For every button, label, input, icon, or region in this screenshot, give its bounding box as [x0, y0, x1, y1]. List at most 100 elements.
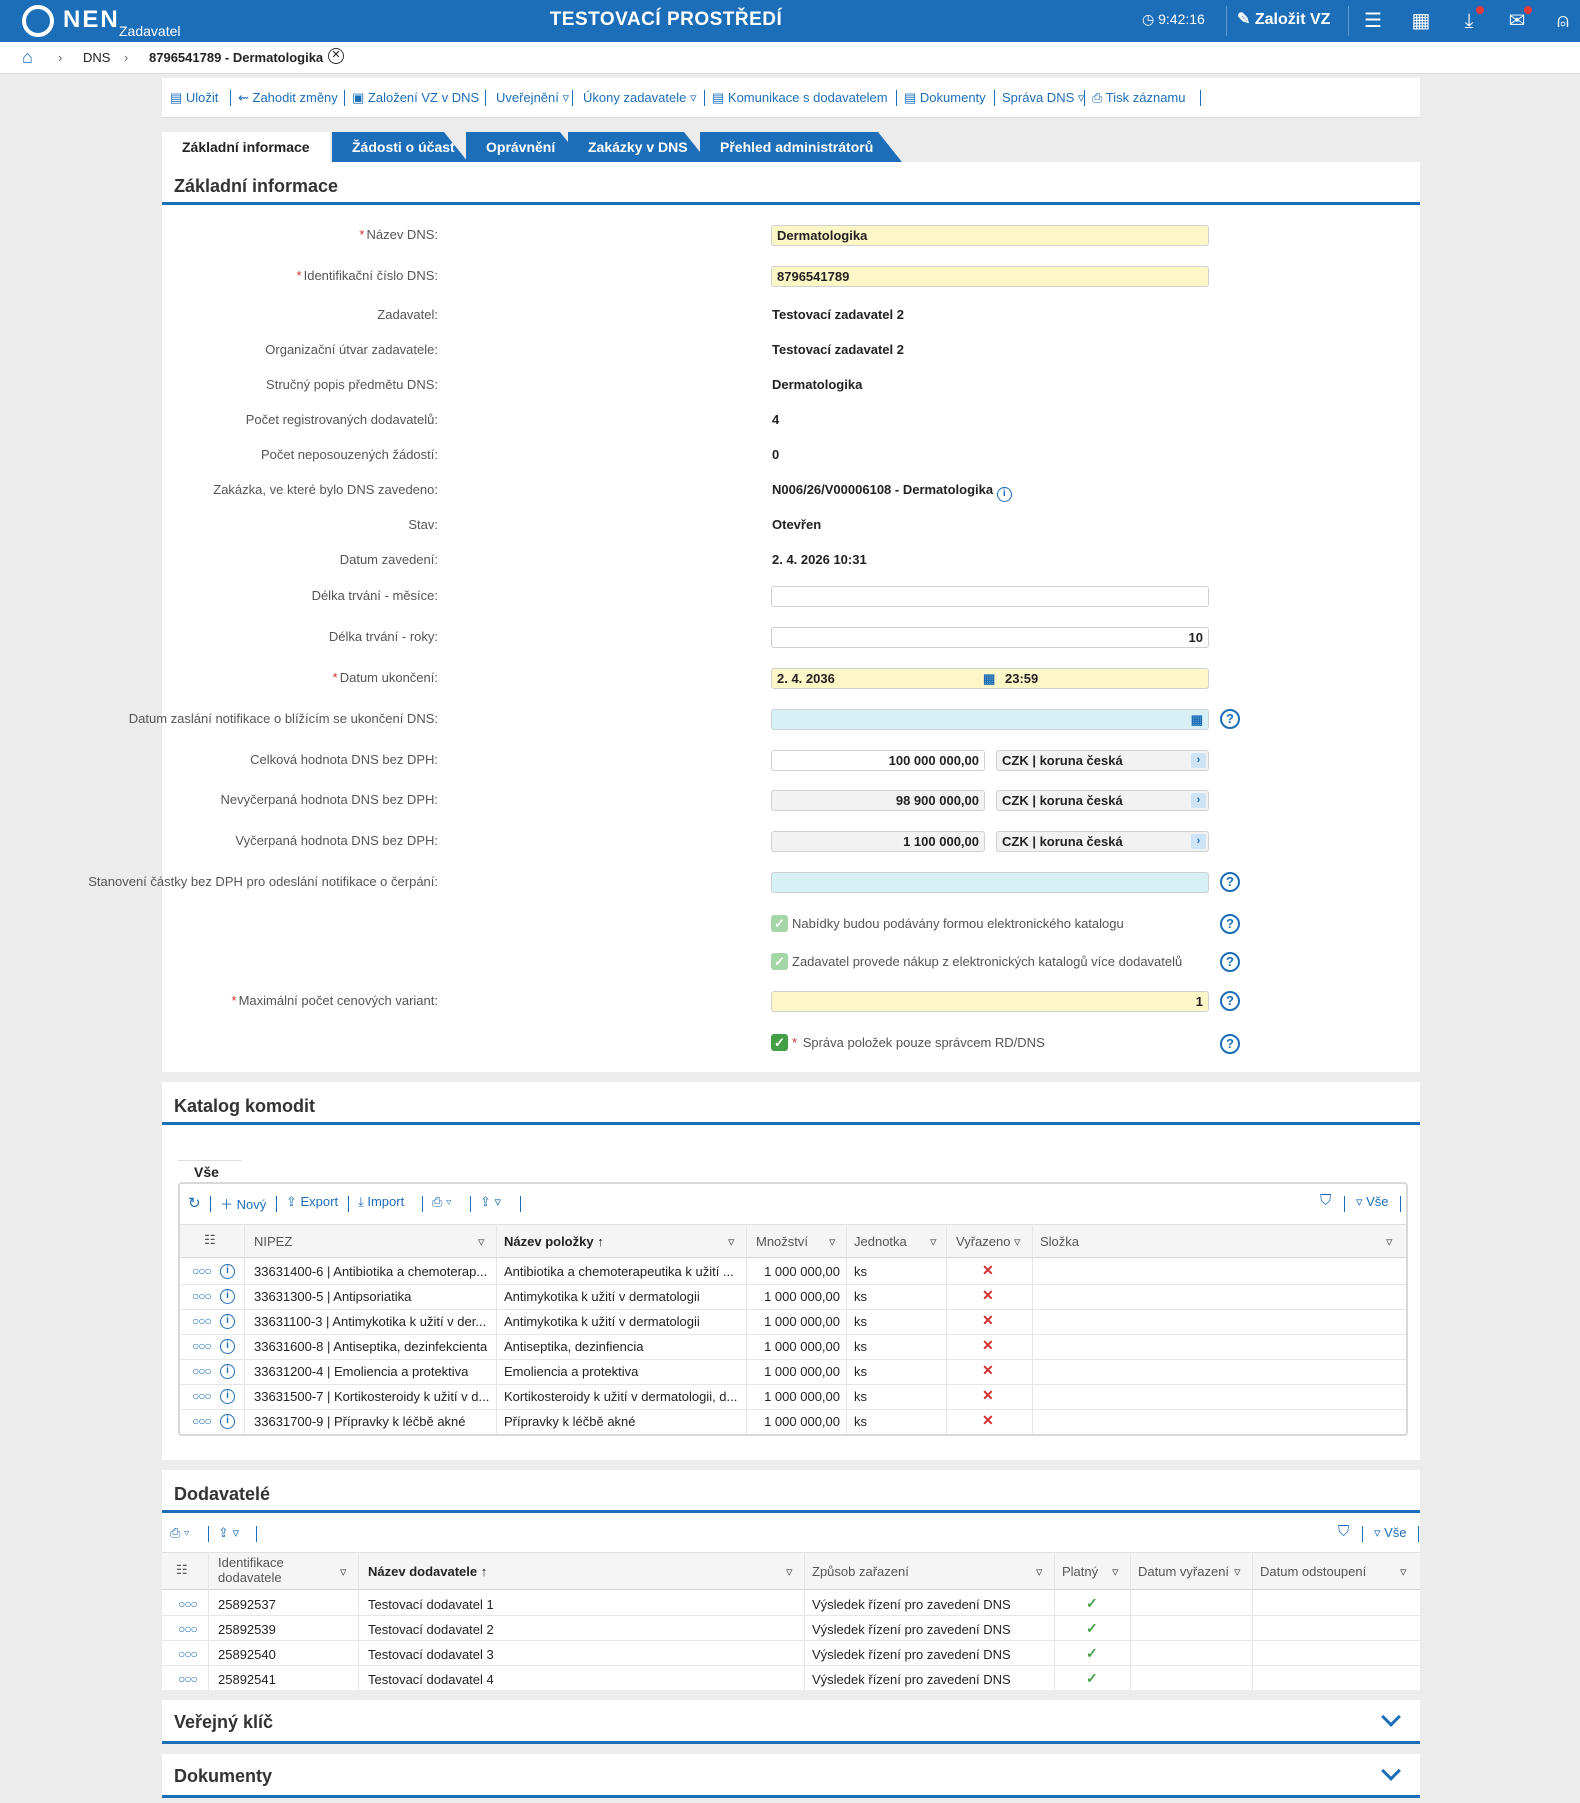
column-header-name[interactable]: Název položky ↑ — [504, 1234, 604, 1249]
info-icon[interactable]: i — [996, 487, 1012, 502]
row-menu-icon[interactable]: ○○○ — [192, 1289, 212, 1303]
row-menu-icon[interactable]: ○○○ — [192, 1339, 212, 1353]
export-button[interactable]: ⇪ Export — [286, 1194, 338, 1210]
max-variants-input[interactable]: 1 — [771, 991, 1209, 1012]
dns-name-input[interactable]: Dermatologika — [771, 225, 1209, 246]
filter-dropdown-icon[interactable]: ▿ — [1234, 1564, 1241, 1580]
column-settings-icon[interactable]: ☷ — [204, 1232, 216, 1248]
column-header-nipez[interactable]: NIPEZ — [254, 1234, 292, 1249]
column-header-valid[interactable]: Platný — [1062, 1564, 1098, 1579]
info-icon[interactable]: i — [220, 1389, 235, 1404]
end-time-value[interactable]: 23:59 — [1005, 669, 1038, 688]
filter-icon[interactable]: ⛉ — [1338, 1523, 1349, 1540]
documents-button[interactable]: ▤ Dokumenty — [904, 90, 986, 106]
zakazka-value[interactable]: N006/26/V00006108 - Dermatologika i — [772, 482, 1012, 502]
row-menu-icon[interactable]: ○○○ — [178, 1647, 198, 1661]
filter-dropdown-icon[interactable]: ▿ — [340, 1564, 347, 1580]
help-icon[interactable]: ? — [1220, 709, 1240, 729]
row-menu-icon[interactable]: ○○○ — [178, 1597, 198, 1611]
dns-management-menu[interactable]: Správa DNS ▿ — [1002, 90, 1084, 106]
filter-dropdown-icon[interactable]: ▿ — [1036, 1564, 1043, 1580]
filter-dropdown-icon[interactable]: ▿ — [1386, 1234, 1393, 1250]
multi-supplier-checkbox[interactable]: ✓ — [771, 953, 788, 970]
help-icon[interactable]: ? — [1220, 872, 1240, 892]
info-icon[interactable]: i — [220, 1314, 235, 1329]
datum-ukonceni-input[interactable]: 2. 4. 2036 ▦ 23:59 — [771, 668, 1209, 689]
breadcrumb-dns[interactable]: DNS — [83, 50, 110, 65]
view-select[interactable]: ▿ Vše — [1356, 1194, 1389, 1210]
zadavatel-actions-menu[interactable]: Úkony zadavatele ▿ — [583, 90, 696, 106]
row-menu-icon[interactable]: ○○○ — [192, 1414, 212, 1428]
filter-dropdown-icon[interactable]: ▿ — [786, 1564, 793, 1580]
column-header-supplier-name[interactable]: Název dodavatele ↑ — [368, 1564, 487, 1579]
column-header-folder[interactable]: Složka — [1040, 1234, 1079, 1249]
admin-only-checkbox[interactable]: ✓ — [771, 1034, 788, 1051]
filter-dropdown-icon[interactable]: ▿ — [1112, 1564, 1119, 1580]
calendar-icon[interactable]: ▦ — [983, 669, 995, 688]
column-header-supplier-id[interactable]: Identifikace dodavatele — [218, 1555, 308, 1585]
user-icon[interactable]: ⍝ — [1550, 8, 1576, 34]
print-menu-icon[interactable]: ⎙ ▿ — [170, 1525, 189, 1541]
share-menu-icon[interactable]: ⇪ ▿ — [480, 1194, 501, 1210]
row-menu-icon[interactable]: ○○○ — [192, 1364, 212, 1378]
catalog-checkbox[interactable]: ✓ — [771, 915, 788, 932]
column-header-excluded-date[interactable]: Datum vyřazení — [1138, 1564, 1229, 1579]
communication-button[interactable]: ▤ Komunikace s dodavatelem — [712, 90, 888, 106]
currency-select[interactable]: CZK | koruna česká › — [996, 831, 1209, 852]
tab-permissions[interactable]: Oprávnění — [466, 132, 584, 162]
row-menu-icon[interactable]: ○○○ — [192, 1264, 212, 1278]
filter-dropdown-icon[interactable]: ▿ — [1400, 1564, 1407, 1580]
castka-input[interactable] — [771, 872, 1209, 893]
print-record-button[interactable]: ⎙ Tisk záznamu — [1092, 90, 1186, 106]
calendar-icon[interactable]: ▦ — [1408, 8, 1434, 34]
calendar-icon[interactable]: ▦ — [1191, 710, 1203, 729]
row-menu-icon[interactable]: ○○○ — [192, 1314, 212, 1328]
new-button[interactable]: ＋ Nový — [220, 1194, 266, 1213]
currency-select[interactable]: CZK | koruna česká › — [996, 790, 1209, 811]
download-icon[interactable]: ⤓ — [1456, 6, 1484, 34]
tab-basic-info[interactable]: Základní informace — [162, 132, 330, 162]
refresh-icon[interactable]: ↻ — [188, 1194, 201, 1212]
row-menu-icon[interactable]: ○○○ — [178, 1672, 198, 1686]
chevron-down-icon[interactable] — [1381, 1761, 1401, 1781]
notifikace-date-input[interactable]: ▦ — [771, 709, 1209, 730]
filter-dropdown-icon[interactable]: ▿ — [829, 1234, 836, 1250]
close-icon[interactable]: ✕ — [328, 48, 344, 64]
celkova-input[interactable]: 100 000 000,00 — [771, 750, 985, 771]
column-header-excluded[interactable]: Vyřazeno — [956, 1234, 1010, 1249]
mail-icon[interactable]: ✉ — [1504, 6, 1532, 34]
info-icon[interactable]: i — [220, 1289, 235, 1304]
column-header-unit[interactable]: Jednotka — [854, 1234, 907, 1249]
info-icon[interactable]: i — [220, 1364, 235, 1379]
filter-dropdown-icon[interactable]: ▿ — [728, 1234, 735, 1250]
currency-select[interactable]: CZK | koruna česká › — [996, 750, 1209, 771]
save-button[interactable]: ▤ Uložit — [170, 90, 218, 106]
help-icon[interactable]: ? — [1220, 991, 1240, 1011]
view-select[interactable]: ▿ Vše — [1374, 1525, 1407, 1541]
info-icon[interactable]: i — [220, 1339, 235, 1354]
menu-icon[interactable]: ☰ — [1360, 8, 1386, 34]
create-vz-button[interactable]: ✎ Založit VZ — [1237, 9, 1330, 29]
print-menu-icon[interactable]: ⎙ ▿ — [432, 1194, 451, 1210]
tab-administrators[interactable]: Přehled administrátorů — [700, 132, 902, 162]
help-icon[interactable]: ? — [1220, 952, 1240, 972]
documents-section[interactable]: Dokumenty — [162, 1754, 1420, 1798]
delka-roky-input[interactable]: 10 — [771, 627, 1209, 648]
filter-dropdown-icon[interactable]: ▿ — [930, 1234, 937, 1250]
info-icon[interactable]: i — [220, 1264, 235, 1279]
publish-menu[interactable]: Uveřejnění ▿ — [496, 90, 569, 106]
home-icon[interactable]: ⌂ — [22, 47, 33, 68]
help-icon[interactable]: ? — [1220, 1034, 1240, 1054]
column-header-withdrawal-date[interactable]: Datum odstoupení — [1260, 1564, 1366, 1579]
filter-dropdown-icon[interactable]: ▿ — [1014, 1234, 1021, 1250]
filter-dropdown-icon[interactable]: ▿ — [478, 1234, 485, 1250]
row-menu-icon[interactable]: ○○○ — [192, 1389, 212, 1403]
delka-mesice-input[interactable] — [771, 586, 1209, 607]
create-vz-dns-button[interactable]: ▣ Založení VZ v DNS — [352, 90, 479, 106]
help-icon[interactable]: ? — [1220, 914, 1240, 934]
dns-id-input[interactable]: 8796541789 — [771, 266, 1209, 287]
column-settings-icon[interactable]: ☷ — [176, 1562, 188, 1578]
tab-contracts[interactable]: Zakázky v DNS — [568, 132, 708, 162]
tab-applications[interactable]: Žádosti o účast — [332, 132, 468, 162]
column-header-quantity[interactable]: Množství — [756, 1234, 808, 1249]
